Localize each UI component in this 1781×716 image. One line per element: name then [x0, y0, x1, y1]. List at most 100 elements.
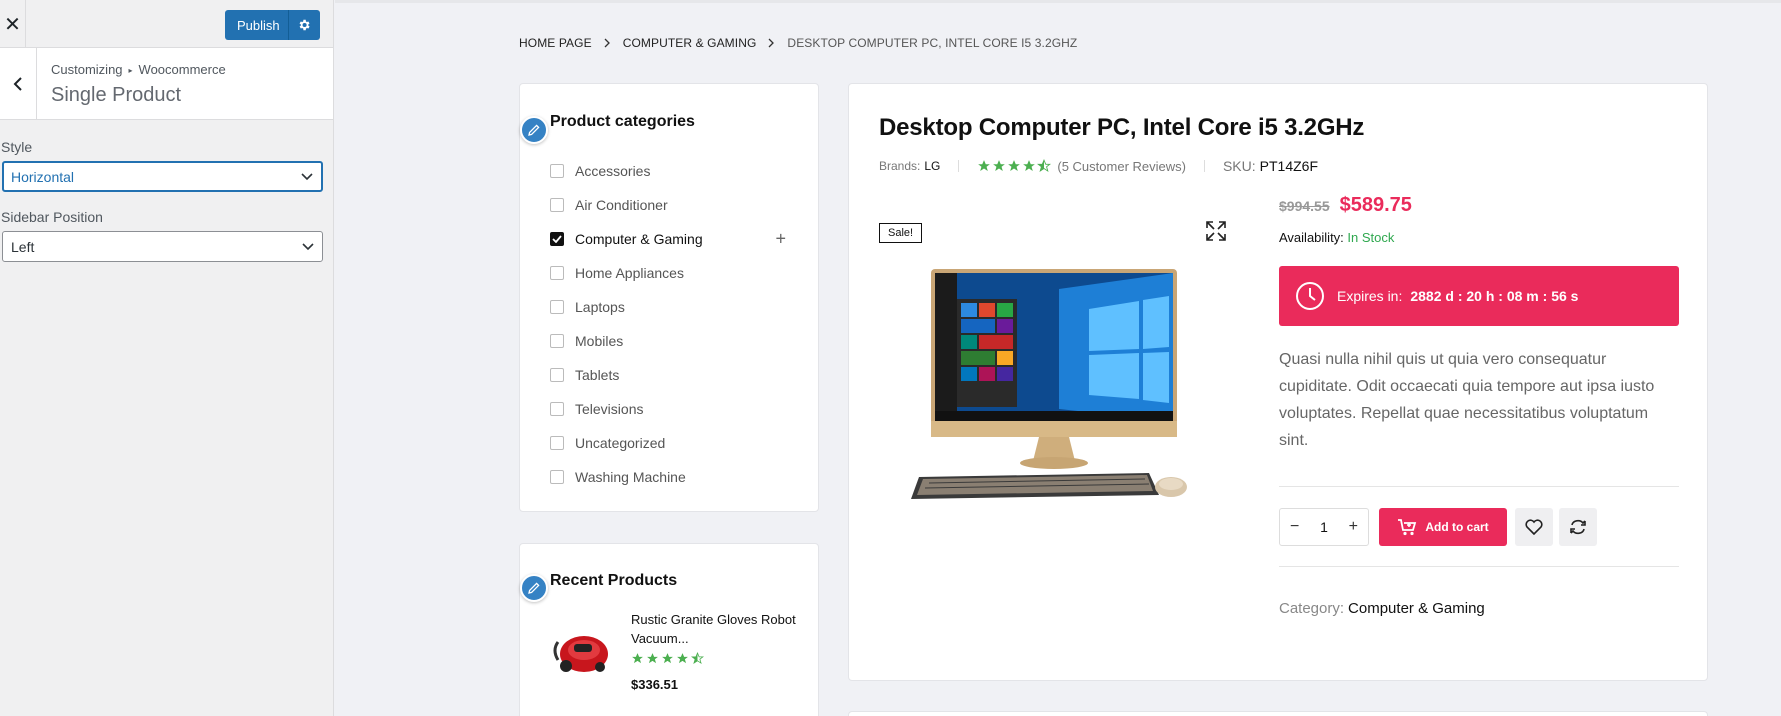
recent-product-rating: [631, 652, 704, 665]
category-list: Accessories Air Conditioner Computer & G…: [550, 154, 800, 494]
style-select-value: Horizontal: [11, 168, 75, 185]
product-categories-widget: Product categories Accessories Air Condi…: [519, 83, 819, 512]
category-item[interactable]: Mobiles: [550, 324, 800, 358]
chevron-down-icon: [301, 172, 313, 180]
wishlist-button[interactable]: [1515, 508, 1553, 546]
plus-icon[interactable]: +: [775, 229, 786, 250]
recent-product-name[interactable]: Rustic Granite Gloves Robot Vacuum...: [631, 610, 801, 648]
price-row: $994.55 $589.75: [1279, 194, 1412, 217]
category-item[interactable]: Washing Machine: [550, 460, 800, 494]
category-checkbox[interactable]: [550, 402, 564, 416]
category-link[interactable]: Computer & Gaming: [1348, 600, 1485, 617]
category-item[interactable]: Air Conditioner: [550, 188, 800, 222]
category-item[interactable]: Uncategorized: [550, 426, 800, 460]
back-arrow-icon: [13, 77, 22, 91]
meta-divider: [1203, 160, 1205, 172]
recent-products-widget: Recent Products Rustic Granite Gloves Ro…: [519, 543, 819, 716]
star-half-icon: [691, 652, 704, 665]
product-image[interactable]: [889, 269, 1189, 509]
edit-widget-button[interactable]: [520, 116, 548, 144]
quantity-stepper[interactable]: − 1 +: [1279, 508, 1369, 546]
publish-settings-button[interactable]: [287, 10, 320, 40]
chevron-down-icon: [302, 242, 314, 250]
gear-icon: [299, 19, 310, 31]
availability-label: Availability:: [1279, 230, 1344, 245]
category-checkbox[interactable]: [550, 334, 564, 348]
sale-price: $589.75: [1339, 194, 1412, 216]
category-label: Tablets: [575, 367, 620, 383]
style-label: Style: [1, 139, 33, 155]
countdown-value: 2882 d : 20 h : 08 m : 56 s: [1410, 288, 1579, 304]
pencil-icon: [528, 582, 540, 594]
reviews-link[interactable]: (5 Customer Reviews): [1057, 159, 1186, 174]
publish-button[interactable]: Publish: [225, 10, 288, 40]
clock-icon: [1296, 282, 1324, 310]
preview-top-border: [335, 0, 1781, 3]
chevron-right-icon: [604, 38, 611, 48]
product-thumbnail[interactable]: [550, 620, 612, 678]
style-select[interactable]: Horizontal: [2, 161, 323, 192]
chevron-right-icon: [768, 38, 775, 48]
countdown-banner: Expires in: 2882 d : 20 h : 08 m : 56 s: [1279, 266, 1679, 326]
product-tabs-card: [848, 711, 1708, 716]
qty-minus-button[interactable]: −: [1290, 518, 1299, 536]
category-checkbox[interactable]: [550, 198, 564, 212]
star-icon: [677, 653, 688, 664]
section-header: Customizing ▸ Woocommerce Single Product: [0, 48, 333, 120]
product-title: Desktop Computer PC, Intel Core i5 3.2GH…: [879, 114, 1365, 141]
category-item[interactable]: Tablets: [550, 358, 800, 392]
back-button[interactable]: [0, 48, 37, 120]
category-checkbox[interactable]: [550, 436, 564, 450]
divider: [1279, 566, 1679, 567]
category-item[interactable]: Home Appliances: [550, 256, 800, 290]
sidebar-position-control: Sidebar Position Left: [0, 209, 334, 262]
category-item[interactable]: Accessories: [550, 154, 800, 188]
category-checkbox[interactable]: [550, 164, 564, 178]
close-customizer-button[interactable]: ✕: [0, 0, 26, 48]
category-item[interactable]: Laptops: [550, 290, 800, 324]
brand-link[interactable]: LG: [924, 159, 940, 173]
category-label: Mobiles: [575, 333, 624, 349]
close-icon: ✕: [4, 13, 21, 36]
divider: [1279, 486, 1679, 487]
breadcrumb-current: DESKTOP COMPUTER PC, INTEL CORE I5 3.2GH…: [787, 36, 1078, 50]
availability: Availability: In Stock: [1279, 230, 1394, 245]
expand-icon[interactable]: [1205, 220, 1227, 242]
qty-plus-button[interactable]: +: [1349, 518, 1358, 536]
category-item[interactable]: Televisions: [550, 392, 800, 426]
customizer-panel: ✕ Publish Customizing ▸ Woocommerce Single…: [0, 0, 334, 716]
star-icon: [632, 653, 643, 664]
brands-label: Brands:: [879, 159, 921, 173]
checkmark-icon: [552, 235, 562, 243]
star-icon: [978, 160, 991, 171]
category-checkbox[interactable]: [550, 300, 564, 314]
category-label: Home Appliances: [575, 265, 684, 281]
edit-widget-button[interactable]: [520, 574, 548, 602]
category-label: Laptops: [575, 299, 625, 315]
sale-badge: Sale!: [879, 223, 923, 243]
qty-value[interactable]: 1: [1320, 519, 1328, 535]
recent-products-title: Recent Products: [550, 572, 678, 589]
recent-product-item[interactable]: Rustic Granite Gloves Robot Vacuum... $3…: [550, 610, 800, 700]
category-checkbox[interactable]: [550, 470, 564, 484]
star-icon: [993, 160, 1006, 171]
category-label: Uncategorized: [575, 435, 666, 451]
breadcrumb-root: Customizing: [51, 62, 123, 77]
star-icon: [647, 653, 658, 664]
sidebar-position-select[interactable]: Left: [2, 231, 323, 262]
product-rating: [977, 159, 1052, 173]
star-half-icon: [1037, 159, 1052, 172]
breadcrumb-home-link[interactable]: HOME PAGE: [519, 36, 592, 50]
star-icon: [1008, 160, 1021, 171]
recent-product-price: $336.51: [631, 677, 678, 692]
sku-value: PT14Z6F: [1259, 158, 1319, 174]
category-item[interactable]: Computer & Gaming +: [550, 222, 800, 256]
category-checkbox[interactable]: [550, 232, 564, 246]
category-checkbox[interactable]: [550, 368, 564, 382]
category-label: Televisions: [575, 401, 644, 417]
breadcrumb-category-link[interactable]: COMPUTER & GAMING: [623, 36, 757, 50]
add-to-cart-button[interactable]: Add to cart: [1379, 508, 1507, 546]
compare-button[interactable]: [1559, 508, 1597, 546]
category-checkbox[interactable]: [550, 266, 564, 280]
old-price: $994.55: [1279, 198, 1330, 214]
